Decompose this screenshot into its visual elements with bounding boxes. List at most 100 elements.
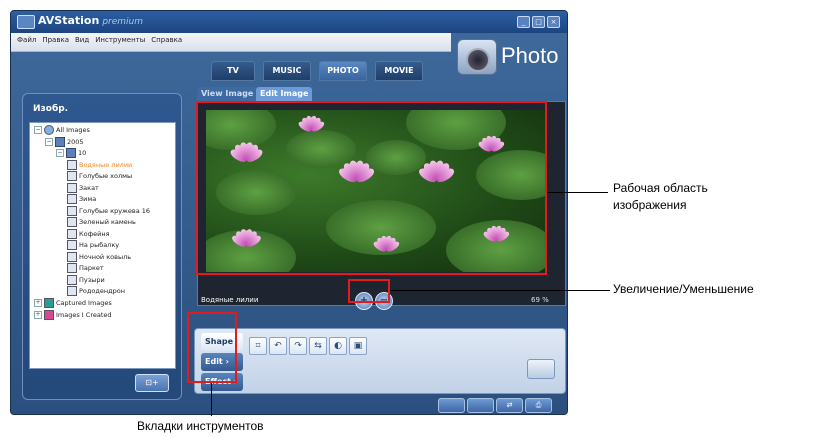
tree-item[interactable]: − 2005 [45, 136, 84, 148]
camera-icon [457, 39, 497, 75]
tree-item-label: All Images [56, 126, 90, 134]
collapse-icon[interactable]: − [45, 137, 53, 146]
menu-help[interactable]: Справка [151, 36, 182, 44]
close-button[interactable]: × [547, 16, 560, 28]
tab-photo[interactable]: PHOTO [319, 61, 367, 81]
image-icon [67, 274, 77, 285]
tree-item[interactable]: Голубые кружева 16 [67, 205, 151, 217]
menu-file[interactable]: Файл [17, 36, 36, 44]
minimize-button[interactable]: _ [517, 16, 530, 28]
image-icon [67, 182, 77, 193]
tab-edit-image[interactable]: Edit Image [256, 87, 313, 101]
tree-item-label: Captured Images [56, 298, 112, 307]
image-icon [67, 205, 77, 216]
tool-tabs-callout: Вкладки инструментов [137, 419, 264, 433]
tree-item[interactable]: Водяные лилии [67, 159, 133, 171]
sidebar-title: Изобр. [33, 104, 69, 114]
image-icon [67, 159, 77, 170]
tree-item-label: Зеленый камень [79, 218, 136, 226]
tools-panel: Shape Edit › Effect › ⌗ ↶ ↷ ⇆ ◐ ▣ [194, 328, 566, 394]
new-folder-button[interactable]: ⊡+ [135, 374, 169, 392]
zoom-leader [390, 290, 610, 291]
tree-item-label: На рыбалку [79, 241, 120, 249]
captured-icon [44, 297, 54, 308]
tree-item-label: Закат [79, 183, 99, 192]
maximize-button[interactable]: □ [532, 16, 545, 28]
zoom-percent: 69 % [531, 296, 549, 304]
tab-music[interactable]: MUSIC [263, 61, 311, 81]
tree-item[interactable]: Ночной ковыль [67, 251, 132, 263]
tree-item-label: Водяные лилии [79, 160, 133, 169]
tree-item[interactable]: − 10 [56, 148, 86, 159]
tree-item[interactable]: − All Images [34, 125, 90, 136]
image-icon [67, 240, 77, 250]
image-icon [67, 194, 77, 204]
tree-item-label: Паркет [79, 264, 104, 272]
print-icon[interactable]: ⎙ [525, 398, 552, 413]
crop-icon[interactable]: ⌗ [249, 337, 267, 355]
collapse-icon[interactable]: − [34, 126, 42, 134]
app-edition: premium [102, 17, 144, 27]
work-area-highlight [196, 101, 547, 275]
zoom-highlight [348, 279, 390, 303]
tree-item[interactable]: Зима [67, 194, 96, 205]
title-bar[interactable]: AVStation premium _ □ × [11, 11, 567, 33]
tree-item[interactable]: Зеленый камень [67, 217, 136, 228]
bottom-button-1[interactable] [438, 398, 465, 413]
image-caption: Водяные лилии [201, 296, 259, 304]
tree-item[interactable]: Кофейня [67, 228, 110, 240]
expand-icon[interactable]: + [34, 310, 42, 319]
section-title: Photo [501, 43, 559, 68]
menu-tools[interactable]: Инструменты [95, 36, 145, 44]
image-icon [67, 171, 77, 181]
image-icon [67, 228, 77, 239]
tree-item-label: Зима [79, 195, 97, 203]
work-area-callout: Рабочая область изображения [613, 181, 708, 212]
tree-item[interactable]: + Images I Created [34, 309, 112, 321]
tree-item[interactable]: Закат [67, 182, 99, 194]
image-tree: − All Images −2005−10 Водяные лилии Голубые … [29, 122, 176, 369]
bottom-button-2[interactable] [467, 398, 494, 413]
tree-item[interactable]: + Captured Images [34, 297, 112, 309]
created-icon [44, 309, 54, 320]
tree-item-label: Ночной ковыль [79, 252, 132, 261]
expand-icon[interactable]: + [34, 298, 42, 307]
image-icon [67, 286, 77, 296]
tree-item-label: Голубые кружева 16 [79, 206, 151, 215]
tree-item[interactable]: Паркет [67, 263, 104, 274]
transfer-icon[interactable]: ⇄ [496, 398, 523, 413]
tree-item[interactable]: Пузыри [67, 274, 105, 286]
tree-item[interactable]: Голубые холмы [67, 171, 132, 182]
menu-edit[interactable]: Правка [42, 36, 69, 44]
image-sidebar: Изобр. − All Images −2005−10 Водяные лилии Г… [22, 93, 182, 400]
menu-view[interactable]: Вид [75, 36, 89, 44]
app-name: AVStation [38, 14, 100, 27]
menu-bar: Файл Правка Вид Инструменты Справка [11, 33, 451, 52]
tab-view-image[interactable]: View Image [197, 87, 258, 101]
tool-tabs-highlight [187, 312, 237, 383]
rotate-left-icon[interactable]: ↶ [269, 337, 287, 355]
app-monitor-icon [17, 15, 35, 29]
flip-icon[interactable]: ⇆ [309, 337, 327, 355]
resize-icon[interactable]: ▣ [349, 337, 367, 355]
image-icon [67, 251, 77, 262]
tree-item-label: Рододендрон [79, 287, 125, 295]
tree-item-label: 2005 [67, 137, 84, 146]
image-icon [67, 263, 77, 273]
work-area-leader [547, 192, 608, 193]
tab-movie[interactable]: MOVIE [375, 61, 423, 81]
folder-icon [55, 136, 65, 147]
folder-icon [66, 148, 76, 158]
tree-item-label: Кофейня [79, 229, 110, 238]
image-icon [67, 217, 77, 227]
fullscreen-icon[interactable] [527, 359, 555, 379]
redeye-icon[interactable]: ◐ [329, 337, 347, 355]
tree-item-label: Images I Created [56, 310, 112, 319]
rotate-right-icon[interactable]: ↷ [289, 337, 307, 355]
tree-item[interactable]: Рододендрон [67, 286, 125, 297]
zoom-callout: Увеличение/Уменьшение [613, 282, 754, 296]
section-header: Photo [451, 33, 567, 81]
tab-tv[interactable]: TV [211, 61, 255, 81]
collapse-icon[interactable]: − [56, 149, 64, 157]
tree-item[interactable]: На рыбалку [67, 240, 119, 251]
